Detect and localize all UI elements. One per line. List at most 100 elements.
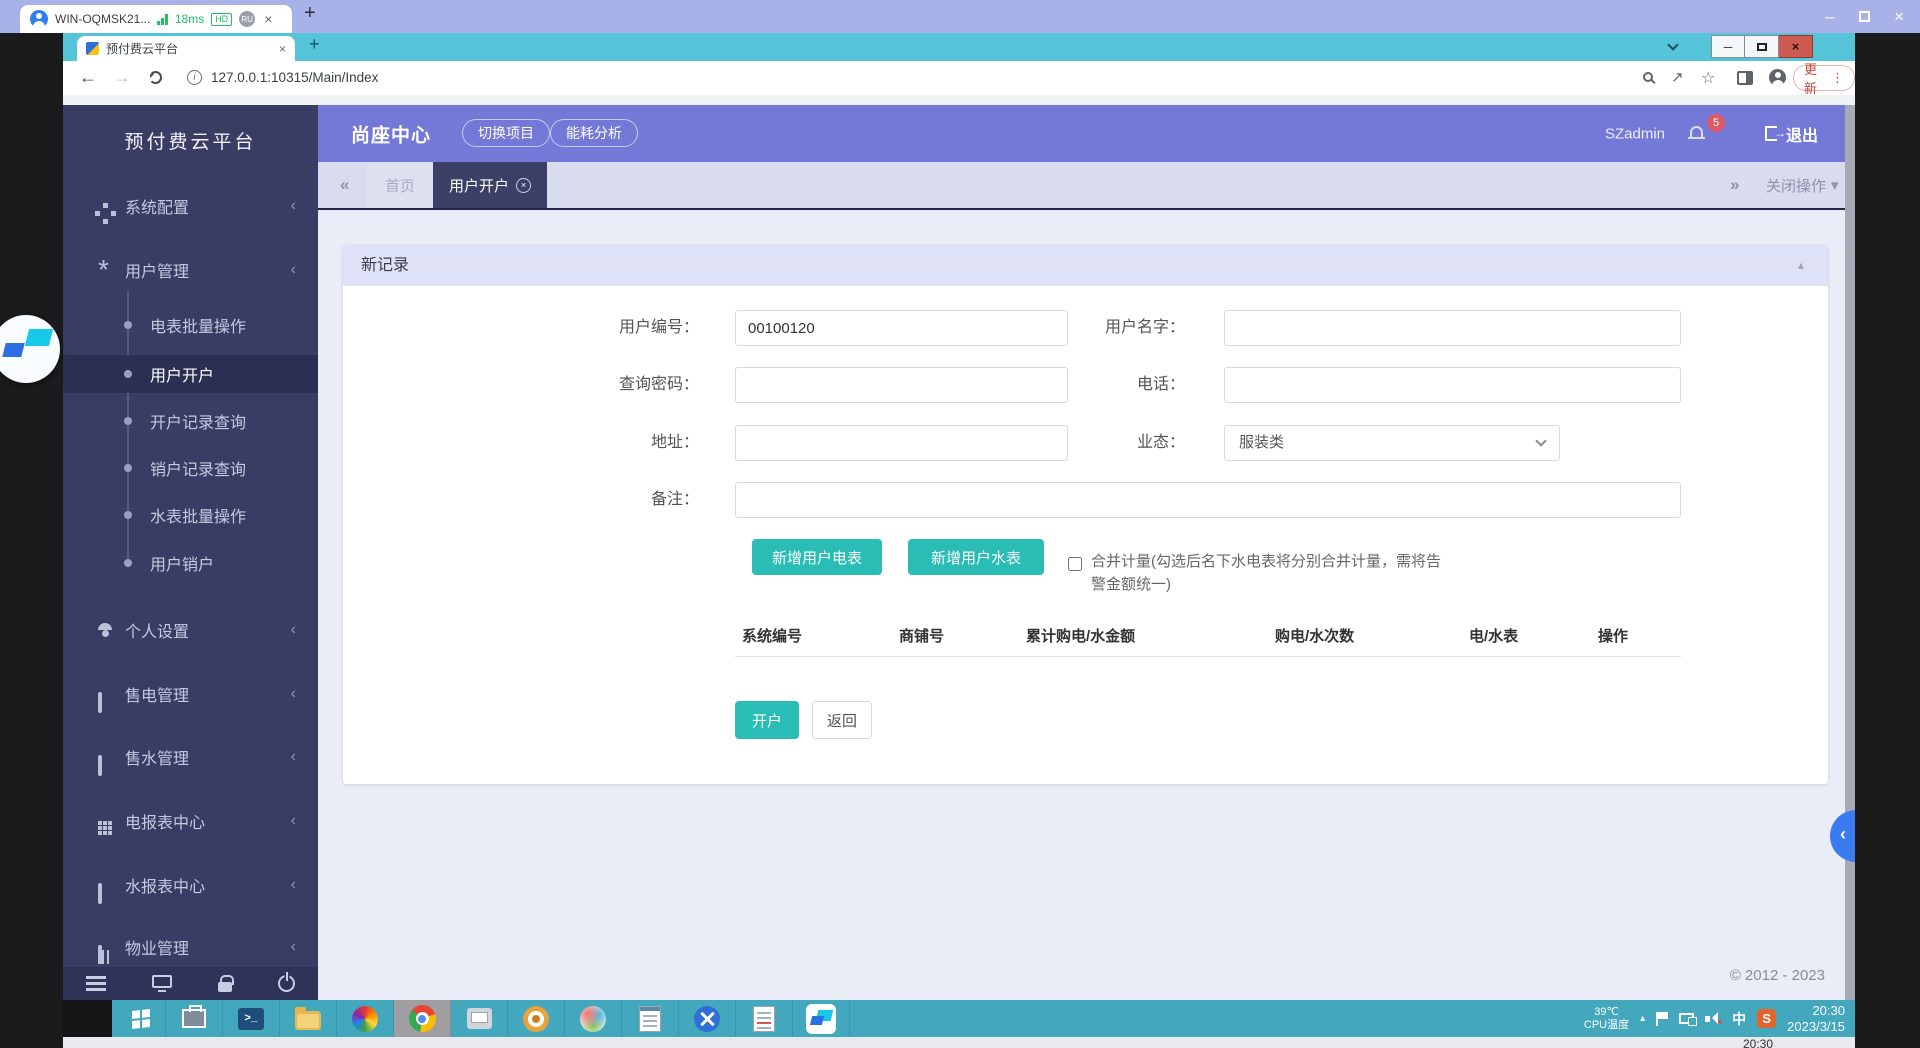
tab-user-open-account[interactable]: 用户开户 × [433, 162, 547, 208]
taskbar-notepad[interactable] [622, 1000, 679, 1037]
taskbar-media-app[interactable] [337, 1000, 394, 1037]
forward-icon[interactable]: → [113, 67, 131, 88]
bookmark-star-icon[interactable]: ☆ [1701, 68, 1715, 88]
back-icon[interactable]: ← [79, 67, 97, 88]
sidebar-item-electricity-report-center[interactable]: 电报表中心 ‹ [63, 801, 318, 841]
sidebar-item-electricity-sales[interactable]: 售电管理 ‹ [63, 674, 318, 714]
taskbar-powershell[interactable]: >_ [223, 1000, 280, 1037]
menu-kebab-icon[interactable]: ⋮ [1831, 70, 1844, 86]
sidebar-item-close-account-records[interactable]: 销户记录查询 [63, 448, 318, 488]
reload-icon[interactable] [149, 71, 162, 84]
ru-badge[interactable]: RU [239, 11, 255, 27]
browser-tab-close-icon[interactable]: × [279, 42, 286, 56]
tabs-scroll-right-icon[interactable]: » [1730, 162, 1739, 208]
open-account-button[interactable]: 开户 [735, 701, 799, 739]
zoom-icon[interactable] [1643, 72, 1653, 82]
sidebar-item-user-close-account[interactable]: 用户销户 [63, 543, 318, 583]
logout-icon[interactable] [1765, 126, 1777, 141]
merge-metering-checkbox[interactable] [1068, 557, 1082, 571]
sidebar-item-user-management[interactable]: * 用户管理 ‹ [63, 250, 318, 290]
caret-down-icon: ▾ [1831, 176, 1839, 194]
browser-toolbar: ← → i 127.0.0.1:10315/Main/Index ↗ ☆ 更新 … [63, 61, 1855, 95]
back-button[interactable]: 返回 [812, 701, 872, 739]
session-title: WIN-OQMSK21... [55, 12, 150, 26]
tabs-scroll-left-icon[interactable]: « [340, 162, 349, 208]
collapse-caret-icon[interactable]: ▴ [1798, 245, 1804, 286]
browser-minimize-button[interactable]: ─ [1711, 35, 1745, 58]
energy-analysis-button[interactable]: 能耗分析 [550, 119, 638, 147]
sidebar-item-water-report-center[interactable]: 水报表中心 ‹ [63, 865, 318, 905]
browser-update-button[interactable]: 更新 ⋮ [1793, 65, 1855, 91]
sidebar-item-water-sales[interactable]: 售水管理 ‹ [63, 737, 318, 777]
sogou-input-icon[interactable]: S [1757, 1009, 1776, 1028]
user-name-input[interactable] [1224, 310, 1681, 346]
add-water-meter-button[interactable]: 新增用户水表 [908, 539, 1044, 575]
taskbar-chrome[interactable] [394, 1000, 451, 1037]
browser-tab[interactable]: 预付费云平台 × [77, 36, 295, 61]
action-center-flag-icon[interactable] [1656, 1012, 1668, 1026]
taskbar-editor-app[interactable] [736, 1000, 793, 1037]
new-session-button[interactable]: + [304, 2, 316, 25]
ime-indicator[interactable]: 中 [1732, 1009, 1746, 1029]
close-operations-dropdown[interactable]: 关闭操作 ▾ [1766, 162, 1839, 208]
session-tab-close-icon[interactable]: × [264, 11, 272, 27]
taskbar-graphics-app[interactable] [565, 1000, 622, 1037]
browser-new-tab-button[interactable]: + [309, 34, 320, 55]
network-icon[interactable] [1679, 1013, 1694, 1024]
col-purchase-count: 购电/水次数 [1275, 617, 1354, 657]
merge-metering-note: 合并计量(勾选后名下水电表将分别合并计量，需将告警金额统一) [1091, 550, 1453, 596]
muted-speaker-icon[interactable]: × [1705, 1012, 1721, 1025]
switch-project-button[interactable]: 切换项目 [462, 119, 550, 147]
share-icon[interactable]: ↗ [1671, 68, 1684, 86]
start-button[interactable] [116, 1000, 166, 1037]
taskbar-server-manager[interactable] [166, 1000, 223, 1037]
profile-avatar-icon[interactable] [1769, 69, 1786, 86]
remote-session-tab[interactable]: WIN-OQMSK21... 18ms HD RU × [20, 5, 292, 33]
sidebar-item-personal-settings[interactable]: 个人设置 ‹ [63, 610, 318, 650]
notification-badge[interactable]: 5 [1707, 114, 1725, 132]
side-panel-icon[interactable] [1737, 71, 1753, 85]
app-minimize-button[interactable]: ─ [1825, 9, 1835, 25]
taskbar-todesk[interactable] [793, 1000, 850, 1037]
business-type-select[interactable]: 服装类 [1224, 425, 1560, 461]
sidebar-item-user-open-account[interactable]: 用户开户 [63, 355, 318, 393]
remark-input[interactable] [735, 482, 1681, 518]
hd-badge[interactable]: HD [211, 13, 232, 26]
monitor-icon[interactable] [152, 975, 172, 988]
taskbar-file-explorer[interactable] [280, 1000, 337, 1037]
username-label[interactable]: SZadmin [1605, 125, 1665, 142]
tab-close-icon[interactable]: × [516, 178, 531, 193]
chrome-icon [409, 1005, 436, 1032]
taskbar-tools-app[interactable] [679, 1000, 736, 1037]
page-scrollbar[interactable] [1845, 105, 1855, 1000]
taskbar-clock[interactable]: 20:30 2023/3/15 [1787, 1003, 1845, 1035]
site-info-icon[interactable]: i [187, 70, 202, 85]
bullet-dot-icon [124, 464, 132, 472]
tab-search-chevron-icon[interactable] [1667, 39, 1678, 50]
app-restore-button[interactable] [1859, 11, 1870, 22]
hamburger-menu-icon[interactable] [86, 976, 106, 979]
sidebar-item-water-meter-batch-ops[interactable]: 水表批量操作 [63, 495, 318, 535]
browser-restore-button[interactable] [1745, 35, 1779, 58]
sidebar-item-open-account-records[interactable]: 开户记录查询 [63, 401, 318, 441]
cpu-temperature[interactable]: 39℃ CPU温度 [1584, 1006, 1629, 1032]
phone-input[interactable] [1224, 367, 1681, 403]
sidebar-item-system-config[interactable]: 系统配置 ‹ [63, 186, 318, 226]
tab-home[interactable]: 首页 [367, 162, 433, 208]
color-swirl-icon [352, 1006, 378, 1032]
browser-close-button[interactable]: × [1779, 35, 1813, 58]
tray-expand-icon[interactable]: ▴ [1640, 1013, 1645, 1024]
logout-button[interactable]: 退出 [1786, 122, 1818, 146]
taskbar-scanner-app[interactable] [451, 1000, 508, 1037]
bell-icon[interactable] [1690, 126, 1703, 137]
app-close-button[interactable]: × [1894, 7, 1904, 27]
latency-label: 18ms [175, 12, 204, 26]
browser-window: 预付费云平台 × + ─ × ← → i 127.0.0.1:10315/Mai… [63, 33, 1855, 1000]
lock-icon[interactable] [218, 982, 232, 992]
address-bar[interactable]: 127.0.0.1:10315/Main/Index [211, 70, 378, 85]
taskbar-settings-app[interactable] [508, 1000, 565, 1037]
power-icon[interactable] [278, 975, 295, 992]
add-electric-meter-button[interactable]: 新增用户电表 [752, 539, 882, 575]
sidebar-item-property-management[interactable]: 物业管理 ‹ [63, 927, 318, 967]
sidebar-item-meter-batch-ops[interactable]: 电表批量操作 [63, 305, 318, 345]
